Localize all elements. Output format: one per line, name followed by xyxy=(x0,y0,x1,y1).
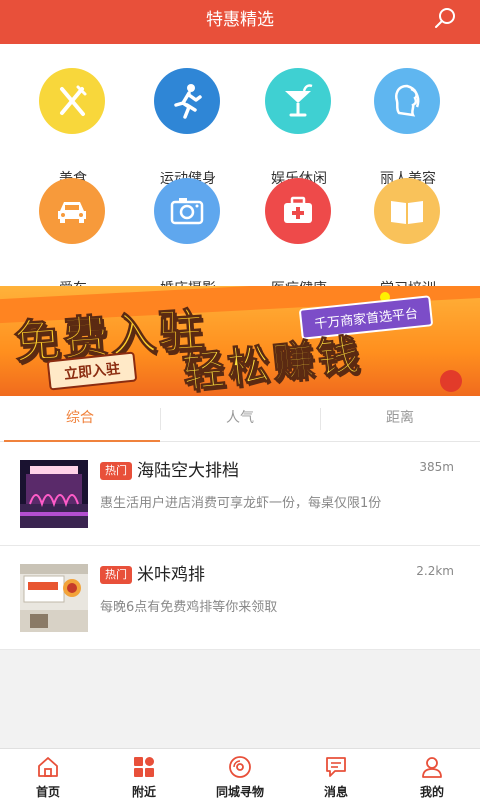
bottom-nav: 首页 附近 同城寻物 消息 我的 xyxy=(0,748,480,800)
hot-badge: 热门 xyxy=(100,566,132,584)
fork-knife-icon xyxy=(39,68,105,134)
cocktail-icon xyxy=(265,68,331,134)
user-icon xyxy=(422,757,442,778)
page-title: 特惠精选 xyxy=(206,10,274,30)
message-icon xyxy=(326,757,346,777)
category-entertainment[interactable]: 娱乐休闲 xyxy=(244,68,354,187)
camera-icon xyxy=(154,178,220,244)
category-grid: 美食 运动健身 娱乐休闲 xyxy=(0,44,480,297)
running-icon xyxy=(154,68,220,134)
nav-home[interactable]: 首页 xyxy=(0,749,96,800)
merchant-list: 热门 海陆空大排档 385m 惠生活用户进店消费可享龙虾一份，每桌仅限1份 热门 xyxy=(0,442,480,650)
merchant-description: 每晚6点有免费鸡排等你来领取 xyxy=(100,600,278,615)
tab-label: 综合 xyxy=(66,410,94,426)
category-fitness[interactable]: 运动健身 xyxy=(133,68,243,187)
banner-subheadline: 轻松赚钱 xyxy=(180,329,365,396)
nav-label: 首页 xyxy=(35,785,60,799)
tab-popularity[interactable]: 人气 xyxy=(160,396,320,442)
tab-label: 距离 xyxy=(386,410,414,426)
merchant-name: 海陆空大排档 xyxy=(137,461,239,481)
category-wedding-photo[interactable]: 婚庆摄影 xyxy=(133,178,243,297)
category-medical[interactable]: 医疗健康 xyxy=(244,178,354,297)
hot-badge: 热门 xyxy=(100,462,132,480)
category-education[interactable]: 学习培训 xyxy=(353,178,463,297)
restaurant-night-photo xyxy=(20,460,88,528)
nav-label: 同城寻物 xyxy=(215,785,264,799)
medical-kit-icon xyxy=(265,178,331,244)
category-beauty[interactable]: 丽人美容 xyxy=(353,68,463,187)
woman-profile-icon xyxy=(374,68,440,134)
shop-front-photo xyxy=(20,564,88,632)
banner-decoration xyxy=(440,370,462,392)
tab-label: 人气 xyxy=(226,410,254,426)
merchant-name: 米咔鸡排 xyxy=(137,565,205,585)
search-icon[interactable] xyxy=(434,6,458,30)
tab-distance[interactable]: 距离 xyxy=(320,396,480,442)
list-item[interactable]: 热门 海陆空大排档 385m 惠生活用户进店消费可享龙虾一份，每桌仅限1份 xyxy=(0,442,480,546)
category-car[interactable]: 爱车 xyxy=(18,178,128,297)
nav-label: 附近 xyxy=(131,785,156,799)
home-icon xyxy=(38,757,58,777)
merchant-description: 惠生活用户进店消费可享龙虾一份，每桌仅限1份 xyxy=(100,496,382,511)
filter-tabs: 综合 人气 距离 xyxy=(0,396,480,443)
app-screen: 特惠精选 美食 运动健身 xyxy=(0,0,480,800)
category-food[interactable]: 美食 xyxy=(18,68,128,187)
disc-icon xyxy=(229,756,251,778)
promo-banner[interactable]: 免费入驻 千万商家首选平台 轻松赚钱 立即入驻 xyxy=(0,286,480,396)
nav-label: 我的 xyxy=(419,785,444,799)
nav-nearby[interactable]: 附近 xyxy=(96,749,192,800)
car-icon xyxy=(39,178,105,244)
book-icon xyxy=(374,178,440,244)
nearby-grid-icon xyxy=(134,757,154,777)
nav-label: 消息 xyxy=(323,785,348,799)
tab-comprehensive[interactable]: 综合 xyxy=(0,396,160,443)
nav-messages[interactable]: 消息 xyxy=(288,749,384,800)
merchant-distance: 2.2km xyxy=(416,564,454,578)
top-bar: 特惠精选 xyxy=(0,0,480,44)
merchant-distance: 385m xyxy=(419,460,454,474)
nav-lost-found[interactable]: 同城寻物 xyxy=(192,749,288,800)
list-item[interactable]: 热门 米咔鸡排 2.2km 每晚6点有免费鸡排等你来领取 xyxy=(0,546,480,650)
nav-profile[interactable]: 我的 xyxy=(384,749,480,800)
